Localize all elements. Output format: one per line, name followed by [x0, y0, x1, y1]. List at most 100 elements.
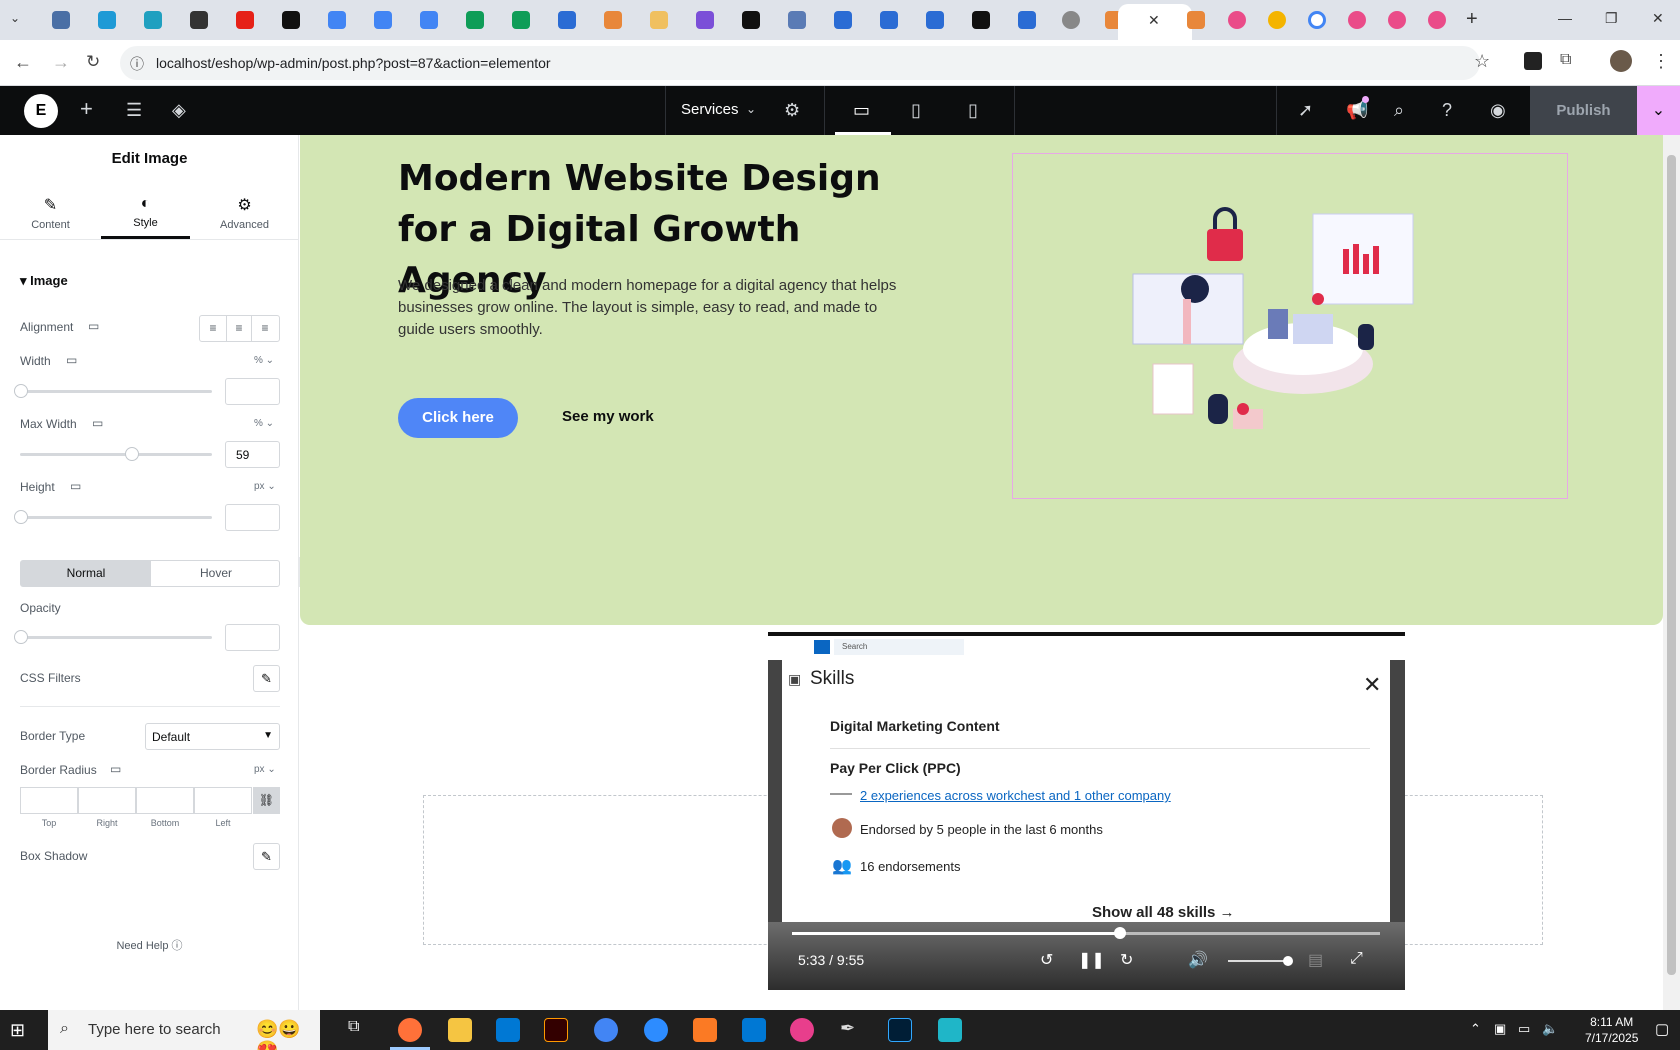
windows-start-icon[interactable]: ⊞ [10, 1020, 25, 1041]
tab-style[interactable]: ◐ Style [98, 195, 193, 229]
height-slider[interactable] [14, 510, 212, 524]
max-width-slider[interactable] [20, 447, 212, 461]
normal-tab[interactable]: Normal [21, 561, 151, 586]
radius-left-input[interactable] [194, 787, 252, 814]
zoom-app-icon[interactable] [644, 1018, 668, 1042]
url-text[interactable]: localhost/eshop/wp-admin/post.php?post=8… [156, 55, 551, 71]
tab-advanced[interactable]: ⚙ Advanced [197, 195, 292, 231]
profile-avatar[interactable] [1610, 50, 1632, 72]
tab-favicon[interactable] [98, 11, 116, 29]
tab-favicon[interactable] [788, 11, 806, 29]
tab-favicon[interactable] [1062, 11, 1080, 29]
bookmark-star-icon[interactable]: ☆ [1474, 51, 1490, 72]
chrome-app-icon[interactable] [594, 1018, 618, 1042]
task-view-icon[interactable]: ⧉ [348, 1018, 372, 1042]
tab-favicon[interactable] [1228, 11, 1246, 29]
tray-chevron-icon[interactable]: ⌃ [1470, 1021, 1481, 1037]
notification-center-icon[interactable]: ▢ [1655, 1020, 1669, 1038]
hero-description[interactable]: We designed a clean and modern homepage … [398, 275, 918, 341]
tab-favicon[interactable] [604, 11, 622, 29]
tab-favicon[interactable] [190, 11, 208, 29]
align-right-icon[interactable]: ≡ [252, 316, 278, 341]
opacity-slider[interactable] [14, 630, 212, 644]
tab-favicon[interactable] [1268, 11, 1286, 29]
tab-favicon[interactable] [144, 11, 162, 29]
radius-right-input[interactable] [78, 787, 136, 814]
captions-icon[interactable]: ▤ [1308, 950, 1323, 970]
align-center-icon[interactable]: ≡ [226, 316, 252, 341]
responsive-desktop-icon[interactable]: ▭ [88, 319, 99, 333]
video-progress-bar[interactable] [792, 927, 1380, 939]
need-help-link[interactable]: Need Help ⓘ [0, 937, 299, 953]
minimize-icon[interactable]: — [1558, 10, 1572, 26]
tab-favicon[interactable] [1308, 11, 1326, 29]
tab-favicon[interactable] [926, 11, 944, 29]
slider-handle[interactable] [14, 510, 28, 524]
extensions-puzzle-icon[interactable]: ⧉ [1560, 51, 1571, 69]
taskbar-search-box[interactable]: ⌕ Type here to search 😊😀😍 [48, 1010, 320, 1050]
volume-icon[interactable]: 🔊 [1188, 950, 1208, 970]
tab-favicon[interactable] [328, 11, 346, 29]
publish-button[interactable]: Publish [1530, 86, 1637, 135]
canvas-scrollbar[interactable] [1663, 135, 1680, 1010]
tab-favicon[interactable] [466, 11, 484, 29]
tab-content[interactable]: ✎ Content [3, 195, 98, 231]
volume-slider[interactable] [1228, 956, 1293, 966]
publish-options-chevron-icon[interactable]: ⌄ [1637, 86, 1680, 135]
width-unit-select[interactable]: % ⌄ [254, 355, 274, 366]
elementor-logo-icon[interactable]: E [24, 94, 58, 128]
tab-close-icon[interactable]: ✕ [1148, 12, 1160, 29]
forward-10-icon[interactable]: ↻ [1120, 950, 1133, 970]
help-icon[interactable]: ? [1442, 100, 1452, 121]
tab-favicon[interactable] [236, 11, 254, 29]
tab-favicon[interactable] [1388, 11, 1406, 29]
add-element-icon[interactable]: + [80, 96, 93, 122]
site-settings-icon[interactable]: ☰ [126, 100, 142, 121]
link-values-icon[interactable]: ⛓ [253, 787, 280, 814]
tab-favicon[interactable] [742, 11, 760, 29]
section-header-image[interactable]: ▾ Image [20, 273, 68, 289]
chevron-down-icon[interactable]: ⌄ [746, 102, 756, 116]
hero-image-widget[interactable] [1012, 153, 1568, 499]
progress-handle[interactable] [1114, 927, 1127, 939]
illustrator-app-icon[interactable] [544, 1018, 568, 1042]
notifications-megaphone-icon[interactable]: 📢 [1346, 100, 1368, 121]
chrome-menu-icon[interactable]: ⋮ [1652, 51, 1670, 72]
system-clock[interactable]: 8:11 AM 7/17/2025 [1585, 1014, 1638, 1046]
xampp-app-icon[interactable] [693, 1018, 717, 1042]
rewind-10-icon[interactable]: ↺ [1040, 950, 1053, 970]
tab-favicon[interactable] [52, 11, 70, 29]
responsive-desktop-icon[interactable]: ▭ [92, 416, 103, 430]
tab-favicon[interactable] [696, 11, 714, 29]
box-shadow-edit-icon[interactable]: ✎ [253, 843, 280, 870]
opacity-input[interactable] [225, 624, 280, 651]
hero-section[interactable]: Modern Website Design for a Digital Grow… [300, 135, 1663, 625]
hover-tab[interactable]: Hover [151, 561, 281, 586]
picture-in-picture-video[interactable]: Search ▣ Skills ✕ Digital Marketing Cont… [768, 632, 1405, 990]
radius-bottom-input[interactable] [136, 787, 194, 814]
tab-favicon[interactable] [558, 11, 576, 29]
tab-favicon[interactable] [512, 11, 530, 29]
tab-favicon[interactable] [374, 11, 392, 29]
radius-top-input[interactable] [20, 787, 78, 814]
photoshop-app-icon[interactable] [888, 1018, 912, 1042]
responsive-desktop-icon[interactable]: ▭ [66, 353, 77, 367]
slider-handle[interactable] [14, 384, 28, 398]
volume-handle[interactable] [1283, 956, 1293, 966]
tab-favicon[interactable] [282, 11, 300, 29]
file-explorer-icon[interactable] [448, 1018, 472, 1042]
vscode-app-icon[interactable] [496, 1018, 520, 1042]
tab-favicon[interactable] [880, 11, 898, 29]
tab-favicon[interactable] [1018, 11, 1036, 29]
preview-eye-icon[interactable]: ◉ [1490, 100, 1506, 121]
slider-handle[interactable] [14, 630, 28, 644]
structure-layers-icon[interactable]: ◈ [172, 100, 186, 121]
reload-icon[interactable]: ↻ [86, 52, 100, 72]
tab-favicon[interactable] [650, 11, 668, 29]
window-close-icon[interactable]: ✕ [1652, 10, 1664, 27]
tab-favicon[interactable] [1428, 11, 1446, 29]
responsive-desktop-icon[interactable]: ▭ [110, 762, 121, 776]
desktop-view-icon[interactable]: ▭ [853, 100, 870, 121]
extension-icon[interactable] [1524, 52, 1542, 70]
pen-app-icon[interactable]: ✒ [840, 1018, 864, 1042]
